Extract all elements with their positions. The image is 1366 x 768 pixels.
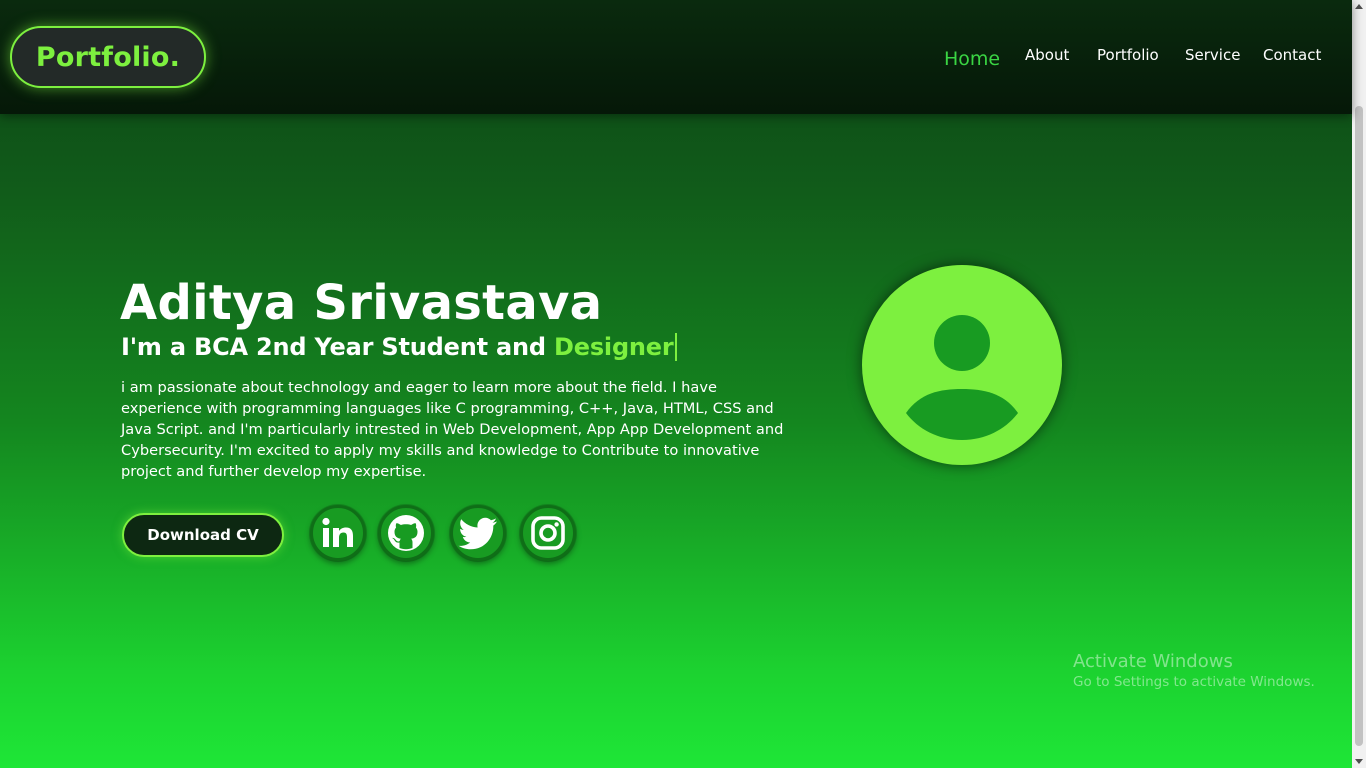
scroll-up-arrow-icon[interactable]	[1355, 4, 1363, 9]
github-icon	[386, 513, 426, 553]
logo[interactable]: Portfolio.	[10, 26, 206, 88]
watermark-title: Activate Windows	[1073, 651, 1233, 672]
hero-subtitle: I'm a BCA 2nd Year Student and Designer	[121, 333, 677, 361]
twitter-icon	[456, 513, 500, 553]
nav-portfolio[interactable]: Portfolio	[1097, 46, 1159, 64]
scroll-down-arrow-icon[interactable]	[1355, 759, 1363, 764]
twitter-link[interactable]	[450, 505, 506, 561]
linkedin-icon	[318, 513, 358, 553]
hero-description: i am passionate about technology and eag…	[121, 379, 784, 480]
activate-windows-watermark: Activate Windows Go to Settings to activ…	[1073, 651, 1315, 690]
nav-about[interactable]: About	[1025, 46, 1069, 64]
header: Portfolio. Home About Portfolio Service …	[0, 0, 1352, 114]
subtitle-role: Designer	[554, 333, 677, 361]
vertical-scrollbar[interactable]	[1352, 0, 1366, 768]
nav-service[interactable]: Service	[1185, 46, 1240, 64]
nav-contact[interactable]: Contact	[1263, 46, 1321, 64]
watermark-subtitle: Go to Settings to activate Windows.	[1073, 674, 1315, 690]
github-link[interactable]	[378, 505, 434, 561]
nav-home[interactable]: Home	[944, 48, 1000, 70]
linkedin-link[interactable]	[310, 505, 366, 561]
subtitle-prefix: I'm a BCA 2nd Year Student and	[121, 333, 555, 361]
scrollbar-thumb[interactable]	[1355, 106, 1363, 746]
hero-name: Aditya Srivastava	[120, 275, 603, 331]
instagram-icon	[528, 513, 568, 553]
user-icon	[906, 315, 1018, 440]
instagram-link[interactable]	[520, 505, 576, 561]
profile-avatar	[862, 265, 1062, 465]
download-cv-button[interactable]: Download CV	[122, 513, 284, 557]
